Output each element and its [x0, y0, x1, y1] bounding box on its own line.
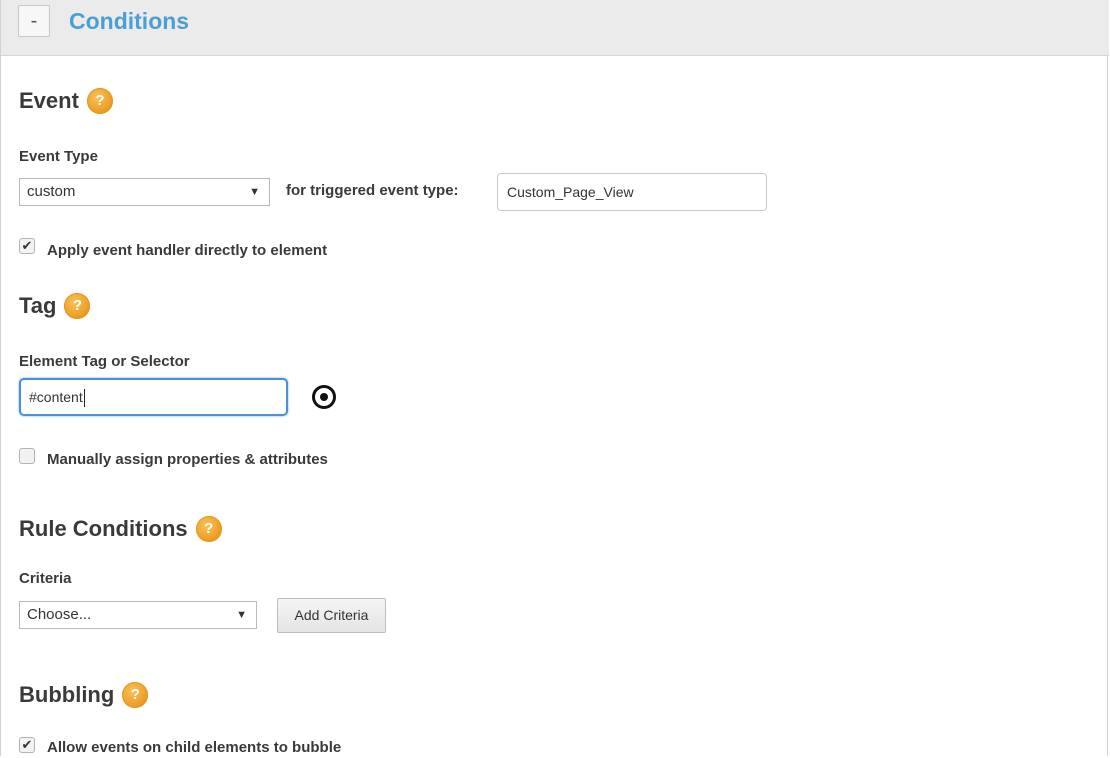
- event-heading: Event ?: [19, 86, 113, 116]
- help-icon[interactable]: ?: [122, 682, 149, 708]
- chevron-down-icon: ▼: [236, 609, 247, 621]
- target-icon[interactable]: [312, 385, 336, 409]
- allow-bubble-checkbox[interactable]: ✔: [19, 737, 35, 753]
- collapse-button[interactable]: -: [18, 5, 50, 37]
- event-type-label: Event Type: [19, 148, 98, 165]
- manual-assign-label: Manually assign properties & attributes: [47, 451, 328, 468]
- triggered-event-input[interactable]: Custom_Page_View: [497, 173, 767, 211]
- triggered-event-value: Custom_Page_View: [507, 184, 634, 200]
- apply-handler-label: Apply event handler directly to element: [47, 242, 328, 259]
- triggered-event-label: for triggered event type:: [286, 182, 459, 199]
- bubbling-heading: Bubbling ?: [19, 680, 149, 710]
- manual-assign-checkbox[interactable]: [19, 448, 35, 464]
- rule-conditions-heading: Rule Conditions ?: [19, 514, 222, 544]
- conditions-panel: - Conditions Event ? Event Type custom ▼…: [0, 0, 1109, 756]
- tag-heading-text: Tag: [19, 293, 57, 318]
- help-icon[interactable]: ?: [86, 88, 113, 114]
- text-caret: [83, 389, 85, 408]
- target-dot: [320, 393, 328, 401]
- conditions-header: - Conditions: [1, 0, 1109, 56]
- apply-handler-checkbox[interactable]: ✔: [19, 238, 35, 254]
- selector-label: Element Tag or Selector: [19, 353, 190, 370]
- allow-bubble-label: Allow events on child elements to bubble: [47, 739, 342, 756]
- help-icon[interactable]: ?: [64, 293, 91, 319]
- bubbling-heading-text: Bubbling: [19, 682, 115, 707]
- rule-conditions-heading-text: Rule Conditions: [19, 516, 188, 541]
- criteria-select[interactable]: Choose... ▼: [19, 601, 257, 629]
- criteria-label: Criteria: [19, 570, 72, 587]
- selector-input[interactable]: #content: [19, 378, 288, 416]
- section-title[interactable]: Conditions: [69, 6, 189, 36]
- chevron-down-icon: ▼: [249, 186, 260, 198]
- help-icon[interactable]: ?: [195, 516, 222, 542]
- add-criteria-button[interactable]: Add Criteria: [277, 598, 386, 633]
- event-type-value: custom: [27, 183, 76, 200]
- event-heading-text: Event: [19, 88, 79, 113]
- selector-value: #content: [29, 389, 83, 405]
- tag-heading: Tag ?: [19, 291, 91, 321]
- event-type-select[interactable]: custom ▼: [19, 178, 270, 206]
- criteria-value: Choose...: [27, 606, 92, 623]
